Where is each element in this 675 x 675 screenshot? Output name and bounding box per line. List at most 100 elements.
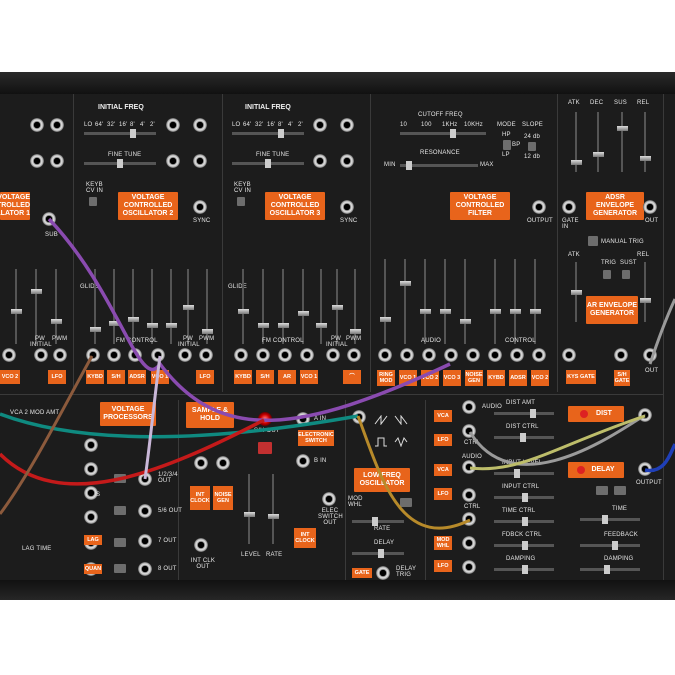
adsr-attack-fader[interactable] bbox=[570, 112, 582, 172]
delay-time-slider[interactable] bbox=[580, 515, 640, 524]
delay-input-level-slider[interactable] bbox=[494, 469, 554, 478]
proc-switch[interactable] bbox=[114, 564, 126, 573]
lfo-delay-trig-jack[interactable] bbox=[376, 566, 390, 580]
vco2-pw-jack[interactable] bbox=[178, 348, 192, 362]
vco1-pwm-jack[interactable] bbox=[53, 348, 67, 362]
adsr-manual-trig-button[interactable] bbox=[588, 236, 598, 246]
ar-kys-gate-jack[interactable] bbox=[562, 348, 576, 362]
proc-56-out-jack[interactable] bbox=[138, 504, 152, 518]
vco2-fm-fader[interactable] bbox=[146, 269, 158, 344]
delay-feedback-slider[interactable] bbox=[580, 541, 640, 550]
delay-ctrl-jack[interactable] bbox=[462, 488, 476, 502]
vco1-fader[interactable] bbox=[10, 269, 22, 344]
vco3-fm-jack-3[interactable] bbox=[278, 348, 292, 362]
proc-switch[interactable] bbox=[114, 474, 126, 483]
switch-int-clock-tag[interactable]: INT CLOCK bbox=[294, 528, 316, 548]
vco1-pw-jack[interactable] bbox=[34, 348, 48, 362]
delay-time-jack[interactable] bbox=[462, 512, 476, 526]
vco2-glide-fader[interactable] bbox=[89, 269, 101, 344]
vcf-mix-fader[interactable] bbox=[459, 259, 471, 344]
vco1-fader[interactable] bbox=[30, 269, 42, 344]
switch-out-jack[interactable] bbox=[322, 492, 336, 506]
vco2-saw-out[interactable] bbox=[166, 118, 180, 132]
vco2-octave-slider[interactable] bbox=[84, 129, 156, 138]
vcf-mix-fader[interactable] bbox=[439, 259, 451, 344]
vcf-tag-vco2[interactable]: VCO 2 bbox=[421, 370, 439, 386]
ar-sh-gate-tag[interactable]: S/H GATE bbox=[614, 370, 630, 386]
ar-out-jack[interactable] bbox=[643, 348, 657, 362]
vcf-tag-ringmod[interactable]: RING MOD bbox=[377, 370, 395, 386]
ar-release-fader[interactable] bbox=[639, 262, 651, 322]
vco3-mod-kybd[interactable]: KYBD bbox=[234, 370, 252, 384]
ar-sust-switch[interactable] bbox=[622, 270, 630, 279]
proc-quan-tag[interactable]: QUAN bbox=[84, 564, 102, 574]
vco2-mod-kybd[interactable]: KYBD bbox=[86, 370, 104, 384]
vcf-tag-adsr[interactable]: ADSR bbox=[509, 370, 527, 386]
vco2-fm-fader[interactable] bbox=[165, 269, 177, 344]
vco2-fm-fader[interactable] bbox=[108, 269, 120, 344]
sh-in-jack-1[interactable] bbox=[194, 456, 208, 470]
vco3-keyb-switch[interactable] bbox=[237, 197, 245, 206]
vco3-fm-jack-2[interactable] bbox=[256, 348, 270, 362]
vco1-pulse-out[interactable] bbox=[50, 154, 64, 168]
vco2-pulse-out[interactable] bbox=[193, 154, 207, 168]
vco2-mod-vco1[interactable]: VCO 1 bbox=[151, 370, 169, 384]
delay-lfo-tag[interactable]: LFO bbox=[434, 488, 452, 500]
vco3-mod-ar[interactable]: AR bbox=[278, 370, 296, 384]
sh-level-fader[interactable] bbox=[243, 474, 255, 544]
vcf-in-ringmod[interactable] bbox=[378, 348, 392, 362]
delay-damping-right-slider[interactable] bbox=[580, 565, 640, 574]
lfo-delay-slider[interactable] bbox=[352, 549, 404, 558]
delay-time-ctrl-slider[interactable] bbox=[494, 517, 554, 526]
lfo-gate-tag[interactable]: GATE bbox=[352, 568, 372, 578]
vco3-sync-jack[interactable] bbox=[340, 200, 354, 214]
vco3-pw-jack[interactable] bbox=[326, 348, 340, 362]
vcf-tag-vco3[interactable]: VCO 3 bbox=[443, 370, 461, 386]
vcf-tag-vco2b[interactable]: VCO 2 bbox=[531, 370, 549, 386]
vco3-octave-slider[interactable] bbox=[232, 129, 304, 138]
vco1-fader[interactable] bbox=[50, 269, 62, 344]
ar-attack-fader[interactable] bbox=[570, 262, 582, 322]
vcf-ctrl-fader[interactable] bbox=[509, 259, 521, 344]
vcf-ctrl-vco2[interactable] bbox=[532, 348, 546, 362]
delay-power-icon[interactable] bbox=[577, 466, 586, 474]
vcf-mode-switch[interactable] bbox=[503, 140, 511, 150]
vco2-pwm-fader[interactable] bbox=[201, 269, 213, 344]
vco3-fine-slider[interactable] bbox=[232, 159, 304, 168]
vco1-mod-jack[interactable] bbox=[2, 348, 16, 362]
proc-switch[interactable] bbox=[114, 538, 126, 547]
proc-lag-tag[interactable]: LAG bbox=[84, 535, 102, 545]
vcf-ctrl-adsr[interactable] bbox=[510, 348, 524, 362]
vco1-ramp-out[interactable] bbox=[50, 118, 64, 132]
sh-int-clk-out-jack[interactable] bbox=[194, 538, 208, 552]
dist-out-jack[interactable] bbox=[638, 408, 652, 422]
vco2-fm-jack-3[interactable] bbox=[128, 348, 142, 362]
proc-1234-out-jack[interactable] bbox=[138, 472, 152, 486]
adsr-release-fader[interactable] bbox=[639, 112, 651, 172]
vcf-slope-switch[interactable] bbox=[528, 142, 536, 151]
vco3-mod-sh[interactable]: S/H bbox=[256, 370, 274, 384]
dist-ctrl-slider[interactable] bbox=[494, 433, 554, 442]
sh-out-jack[interactable] bbox=[258, 412, 272, 426]
vco3-fm-fader[interactable] bbox=[315, 269, 327, 344]
proc-8-out-jack[interactable] bbox=[138, 562, 152, 576]
vco2-fine-slider[interactable] bbox=[84, 159, 156, 168]
vco1-sub-jack[interactable] bbox=[42, 212, 56, 226]
vco3-fm-fader[interactable] bbox=[297, 269, 309, 344]
delay-fdbck-ctrl-slider[interactable] bbox=[494, 541, 554, 550]
vco1-tri-out[interactable] bbox=[30, 154, 44, 168]
vco2-pw-fader[interactable] bbox=[182, 269, 194, 344]
vco3-saw-out[interactable] bbox=[313, 118, 327, 132]
vcf-mix-fader[interactable] bbox=[379, 259, 391, 344]
vcf-output-jack[interactable] bbox=[532, 200, 546, 214]
vco3-tri-out[interactable] bbox=[313, 154, 327, 168]
vco1-vco2-tag[interactable]: VCO 2 bbox=[0, 370, 20, 384]
vcf-in-vco3[interactable] bbox=[444, 348, 458, 362]
vco3-wave-tag[interactable]: ⌒ bbox=[343, 370, 361, 384]
vco3-pwm-fader[interactable] bbox=[349, 269, 361, 344]
adsr-gate-in-jack[interactable] bbox=[562, 200, 576, 214]
delay-vca-tag[interactable]: VCA bbox=[434, 464, 452, 476]
vcf-in-vco1[interactable] bbox=[400, 348, 414, 362]
vco3-pw-fader[interactable] bbox=[331, 269, 343, 344]
dist-lfo-tag[interactable]: LFO bbox=[434, 434, 452, 446]
